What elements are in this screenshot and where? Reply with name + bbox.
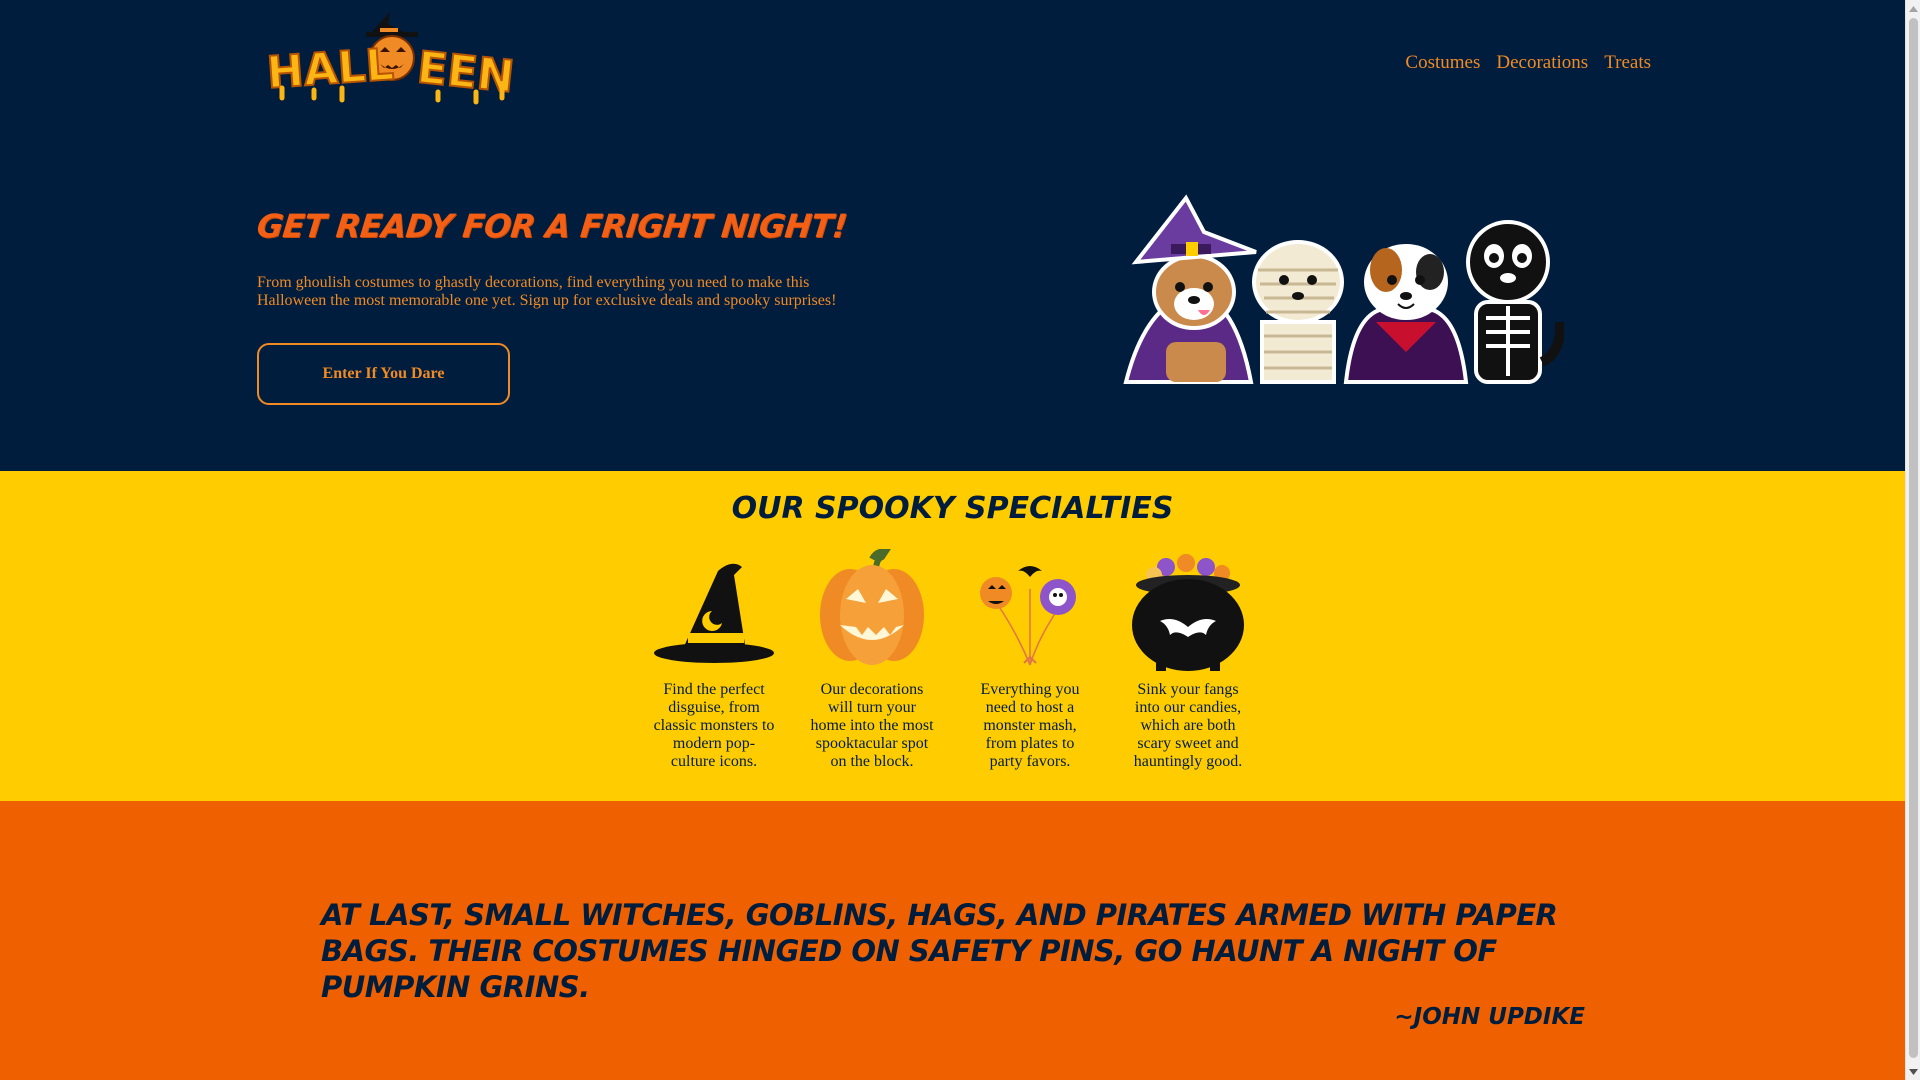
specialty-text: Our decorations will turn your home into… [810,681,934,770]
enter-button[interactable]: Enter If You Dare [257,343,510,405]
witch-hat-icon [652,549,776,673]
hero-description: From ghoulish costumes to ghastly decora… [257,274,837,309]
balloons-icon [968,549,1092,673]
hero-title: GET READY FOR A FRIGHT NIGHT! [255,207,849,245]
specialty-costumes: Find the perfect disguise, from classic … [652,549,776,771]
specialty-decorations: Our decorations will turn your home into… [810,547,934,771]
specialty-treats: Sink your fangs into our candies, which … [1126,549,1250,771]
quote-author: ~JOHN UPDIKE [1394,1004,1585,1030]
halloween-logo[interactable]: HALL EEN [262,10,524,110]
page: HALL EEN Costumes Decorations Treats GET… [0,0,1905,1080]
scrollbar-thumb[interactable] [1909,18,1918,1058]
quote-text: AT LAST, SMALL WITCHES, GOBLINS, HAGS, A… [321,898,1558,1004]
nav-link-costumes[interactable]: Costumes [1405,52,1480,74]
nav-link-decorations[interactable]: Decorations [1496,52,1588,74]
jack-o-lantern-icon [810,547,934,673]
specialty-party: Everything you need to host a monster ma… [968,549,1092,771]
specialty-text: Sink your fangs into our candies, which … [1133,681,1243,770]
specialty-text: Everything you need to host a monster ma… [980,681,1080,770]
halloween-dogs-illustration [1116,192,1566,392]
cauldron-icon [1126,549,1250,673]
specialties-section: OUR SPOOKY SPECIALTIES Find the perfect … [0,471,1905,801]
scroll-down-arrow-icon[interactable] [1906,1063,1920,1080]
specialty-text: Find the perfect disguise, from classic … [653,681,775,770]
specialties-title: OUR SPOOKY SPECIALTIES [731,491,1174,526]
vertical-scrollbar[interactable] [1905,0,1920,1080]
main-nav: Costumes Decorations Treats [1405,52,1651,74]
nav-link-treats[interactable]: Treats [1604,52,1651,74]
scroll-up-arrow-icon[interactable] [1906,0,1920,17]
svg-text:HALL: HALL [265,39,395,99]
quote-section: AT LAST, SMALL WITCHES, GOBLINS, HAGS, A… [0,801,1905,1080]
hero-section: HALL EEN Costumes Decorations Treats GET… [0,0,1905,471]
specialties-grid: Find the perfect disguise, from classic … [652,547,1250,771]
